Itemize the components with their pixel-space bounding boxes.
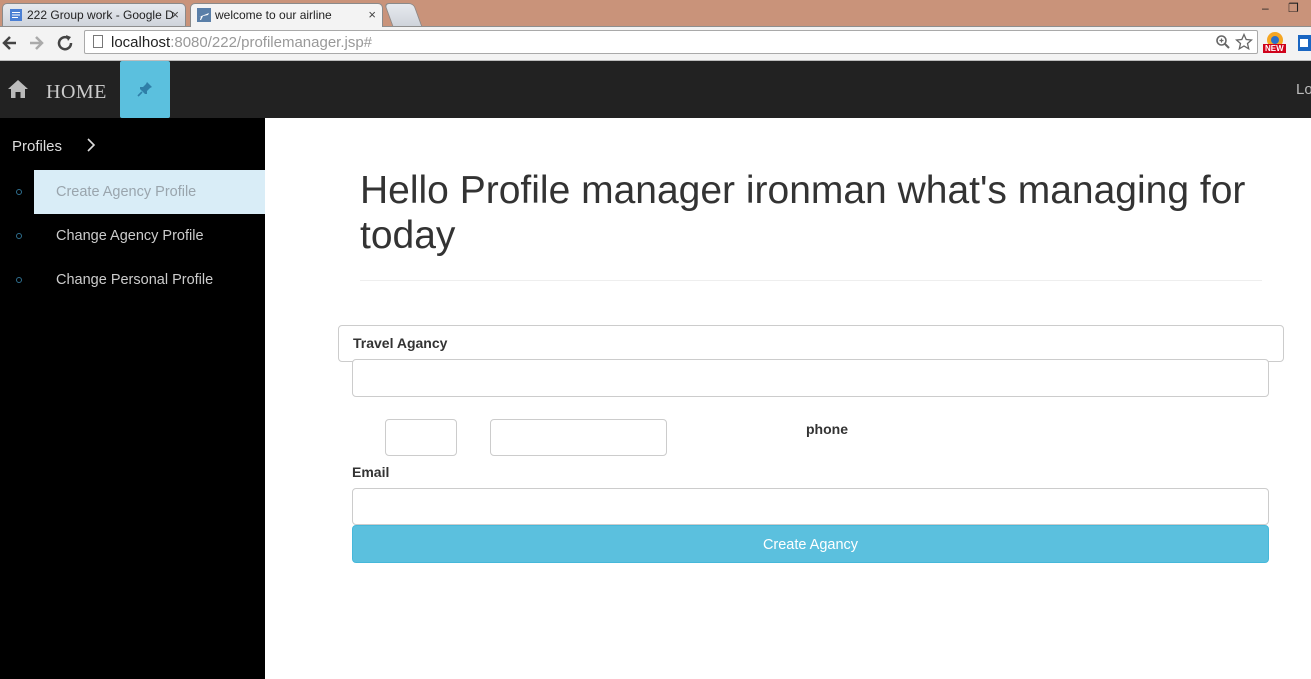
airline-favicon-icon — [197, 8, 211, 22]
new-tab-button[interactable] — [383, 3, 423, 26]
page-heading: Hello Profile manager ironman what's man… — [360, 169, 1246, 257]
phone-label: phone — [806, 421, 848, 437]
browser-tabstrip: 222 Group work - Google D × welcome to o… — [0, 0, 1311, 27]
create-agency-button[interactable]: Create Agancy — [352, 525, 1269, 563]
bullet-icon — [16, 277, 22, 283]
sidebar-header-profiles[interactable]: Profiles — [12, 138, 62, 155]
docs-icon — [10, 9, 22, 21]
reload-icon[interactable] — [54, 32, 76, 54]
bullet-icon — [16, 233, 22, 239]
zoom-icon[interactable] — [1215, 34, 1231, 50]
email-label: Email — [352, 464, 390, 480]
back-arrow-icon[interactable] — [0, 32, 22, 54]
browser-tab-airline[interactable]: welcome to our airline × — [190, 3, 383, 27]
sidebar-item-change-agency-profile[interactable]: Change Agency Profile — [34, 214, 265, 258]
browser-tab-title: welcome to our airline — [215, 8, 332, 22]
pin-button[interactable] — [120, 61, 170, 118]
travel-agency-input[interactable] — [352, 359, 1269, 397]
email-input[interactable] — [352, 488, 1269, 525]
extension-blue-icon[interactable] — [1296, 31, 1311, 55]
home-icon[interactable] — [7, 79, 29, 99]
chevron-right-icon[interactable] — [86, 138, 96, 152]
extension-logo-icon — [1298, 35, 1311, 51]
forward-arrow-icon[interactable] — [26, 32, 48, 54]
app-navbar: HOME Log out — [0, 61, 1311, 118]
browser-tab-group-work[interactable]: 222 Group work - Google D × — [2, 3, 186, 26]
browser-tab-title: 222 Group work - Google D — [27, 8, 174, 22]
bookmark-star-icon[interactable] — [1234, 32, 1254, 51]
extension-badge: NEW — [1263, 44, 1286, 53]
sidebar-item-change-personal-profile[interactable]: Change Personal Profile — [34, 258, 265, 302]
sidebar-item-label: Create Agency Profile — [56, 184, 197, 200]
sidebar: Profiles Create Agency Profile Change Ag… — [0, 118, 265, 679]
sidebar-item-label: Change Agency Profile — [56, 228, 204, 244]
browser-toolbar: localhost:8080/222/profilemanager.jsp# N… — [0, 27, 1311, 61]
tab-close-icon[interactable]: × — [171, 7, 179, 22]
bullet-icon — [16, 189, 22, 195]
travel-agency-label: Travel Agancy — [353, 335, 448, 351]
heading-divider — [360, 280, 1262, 281]
phone-number-input[interactable] — [490, 419, 667, 456]
page-icon — [93, 35, 103, 48]
url-text: localhost:8080/222/profilemanager.jsp# — [111, 34, 373, 51]
sidebar-item-label: Change Personal Profile — [56, 272, 214, 288]
maximize-icon[interactable]: ❐ — [1288, 1, 1299, 15]
minimize-icon[interactable]: – — [1262, 1, 1269, 15]
home-link[interactable]: HOME — [46, 81, 107, 104]
address-bar[interactable]: localhost:8080/222/profilemanager.jsp# — [84, 30, 1258, 54]
travel-agency-panel — [338, 325, 1284, 362]
logout-link[interactable]: Log out — [1296, 81, 1311, 98]
phone-area-code-input[interactable] — [385, 419, 457, 456]
extension-new-icon[interactable]: NEW — [1263, 31, 1287, 55]
pushpin-icon — [137, 82, 152, 97]
tab-close-icon[interactable]: × — [368, 7, 376, 22]
sidebar-item-create-agency-profile[interactable]: Create Agency Profile — [34, 170, 265, 214]
